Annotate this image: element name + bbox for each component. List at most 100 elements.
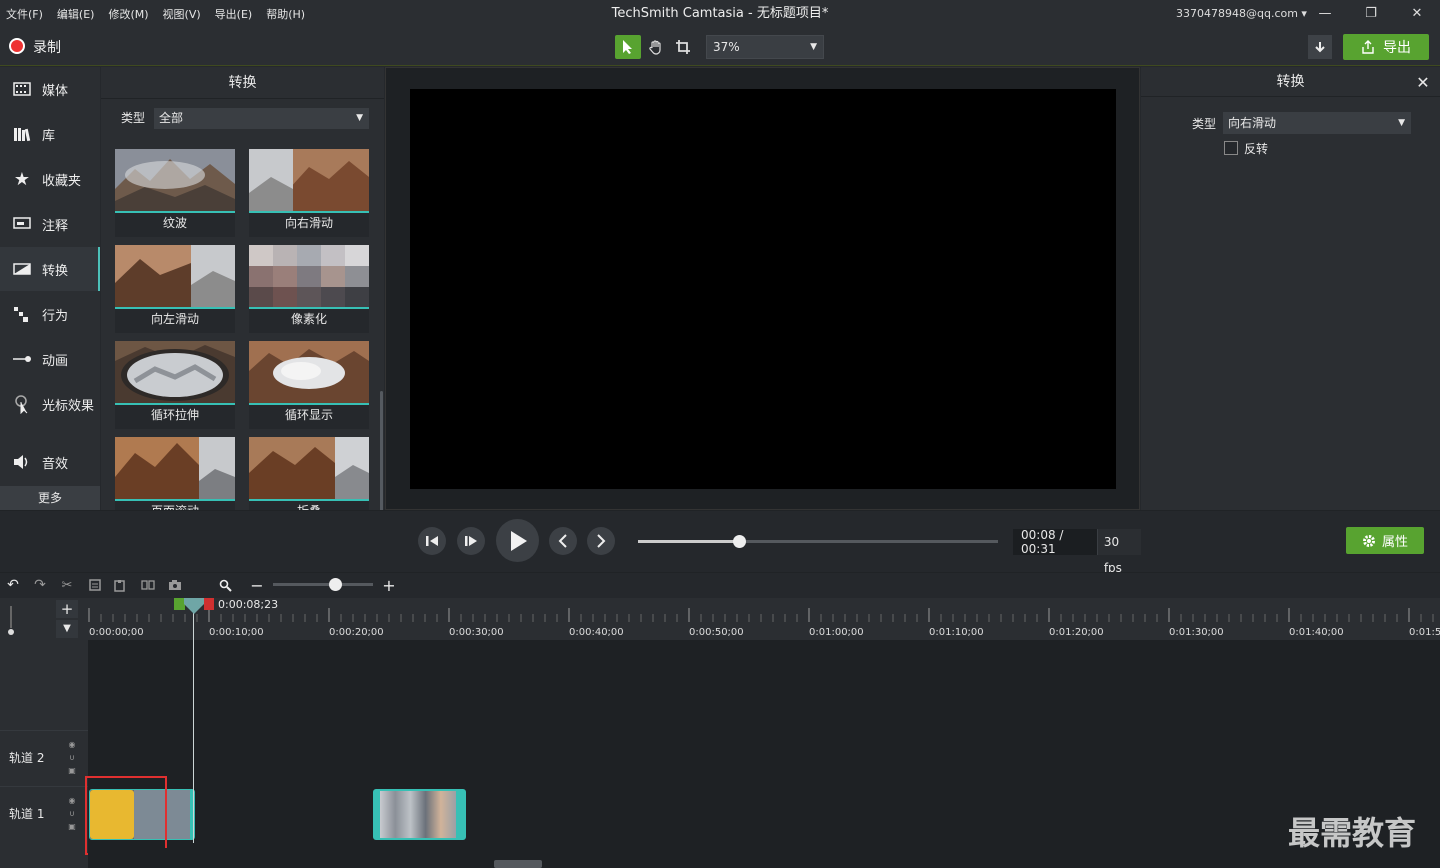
reverse-checkbox[interactable]	[1224, 141, 1238, 155]
export-button[interactable]: 导出	[1343, 34, 1429, 60]
transition-circle-reveal[interactable]: 循环显示	[249, 341, 369, 429]
menu-export[interactable]: 导出(E)	[215, 6, 253, 22]
sidebar-item-cursor-effects[interactable]: 光标效果	[0, 382, 100, 426]
type-label: 类型	[1192, 117, 1217, 131]
timeline-zoom-slider[interactable]	[273, 583, 373, 586]
zoom-out-button[interactable]: −	[248, 576, 266, 595]
play-button[interactable]	[496, 519, 539, 562]
sidebar-item-favorites[interactable]: ★ 收藏夹	[0, 157, 100, 201]
track-1-controls[interactable]: ◉ ∪ ▣	[66, 794, 78, 836]
lock-icon[interactable]: ▣	[66, 820, 78, 833]
record-button[interactable]: 录制	[33, 37, 61, 57]
track-2-controls[interactable]: ◉ ∪ ▣	[66, 738, 78, 780]
paste-button[interactable]	[111, 576, 129, 594]
menu-file[interactable]: 文件(F)	[6, 6, 43, 22]
sidebar-item-annotations[interactable]: 注释	[0, 202, 100, 246]
eye-icon[interactable]: ◉	[66, 794, 78, 807]
menu-modify[interactable]: 修改(M)	[108, 6, 148, 22]
minimize-button[interactable]: —	[1313, 4, 1337, 24]
undo-button[interactable]: ↶	[4, 576, 22, 594]
ruler-tick-label: 0:01:10;00	[929, 627, 984, 638]
next-marker-button[interactable]	[587, 527, 615, 555]
chevron-down-icon: ▼	[356, 113, 363, 123]
transition-circle-stretch[interactable]: 循环拉伸	[115, 341, 235, 429]
eye-icon[interactable]: ◉	[66, 738, 78, 751]
transition-slide-right[interactable]: 向右滑动	[249, 149, 369, 237]
transition-thumbnail	[249, 437, 369, 501]
menu-edit[interactable]: 编辑(E)	[57, 6, 95, 22]
transition-fold[interactable]: 折叠	[249, 437, 369, 510]
pan-tool-button[interactable]	[643, 35, 669, 59]
transition-label: 页面滚动	[115, 501, 235, 510]
transition-label: 循环显示	[249, 405, 369, 429]
download-button[interactable]	[1308, 35, 1332, 59]
out-point-marker[interactable]	[204, 598, 214, 610]
media-clip[interactable]	[373, 789, 466, 840]
zoom-in-button[interactable]: +	[380, 576, 398, 595]
lock-icon[interactable]: ▣	[66, 764, 78, 777]
track-1-label[interactable]: 轨道 1	[9, 805, 44, 822]
transition-label: 折叠	[249, 501, 369, 510]
close-icon[interactable]: ✕	[1413, 73, 1433, 93]
add-track-button[interactable]: +	[56, 600, 78, 618]
timeline-tracks-area[interactable]	[88, 640, 1440, 868]
properties-button[interactable]: 属性	[1346, 527, 1424, 554]
transition-label: 向左滑动	[115, 309, 235, 333]
more-button[interactable]: 更多	[0, 486, 100, 510]
preview-canvas[interactable]	[410, 89, 1116, 489]
copy-button[interactable]	[86, 576, 104, 594]
download-arrow-icon	[1315, 42, 1325, 53]
step-back-icon	[426, 536, 438, 546]
transition-ripple[interactable]: 纹波	[115, 149, 235, 237]
close-button[interactable]: ✕	[1405, 4, 1429, 24]
zoom-fit-button[interactable]	[216, 576, 234, 594]
sidebar-item-audio[interactable]: 音效	[0, 440, 100, 484]
sidebar-item-label: 行为	[42, 308, 69, 324]
playhead-handle[interactable]	[183, 598, 205, 614]
playback-scrubber-handle[interactable]	[732, 535, 746, 548]
sidebar-item-behaviors[interactable]: 行为	[0, 292, 100, 336]
zoom-dropdown[interactable]: 37% ▼	[706, 35, 824, 59]
menu-view[interactable]: 视图(V)	[163, 6, 201, 22]
sidebar-item-media[interactable]: 媒体	[0, 67, 100, 111]
select-tool-button[interactable]	[615, 35, 641, 59]
collapse-tracks-button[interactable]: ▼	[56, 620, 78, 638]
type-filter-dropdown[interactable]: 全部 ▼	[154, 108, 369, 129]
sidebar-item-label: 光标效果	[42, 398, 95, 414]
redo-button[interactable]: ↷	[31, 576, 49, 594]
ruler-tick-label: 0:00:10;00	[209, 627, 264, 638]
timeline-scrollbar[interactable]	[494, 860, 542, 868]
magnet-icon[interactable]: ∪	[66, 807, 78, 820]
track-height-slider[interactable]	[8, 604, 22, 636]
record-icon[interactable]	[9, 38, 25, 54]
sidebar-item-animations[interactable]: 动画	[0, 337, 100, 381]
magnet-icon[interactable]: ∪	[66, 751, 78, 764]
ruler-tick-label: 0:01:40;00	[1289, 627, 1344, 638]
clip-handle[interactable]	[456, 791, 464, 838]
panel-scrollbar[interactable]	[380, 391, 383, 510]
clip-handle[interactable]	[375, 791, 380, 838]
ruler-tick-label: 0:00:00;00	[89, 627, 144, 638]
menu-help[interactable]: 帮助(H)	[266, 6, 305, 22]
gear-icon	[1362, 534, 1375, 547]
transition-type-dropdown[interactable]: 向右滑动 ▼	[1223, 112, 1411, 134]
transitions-panel: 转换 类型 全部 ▼ 纹波 向右滑动 向左滑动 像素化 循环拉伸 循环显示	[101, 67, 384, 510]
timeline-ruler[interactable]	[88, 598, 1440, 640]
timeline-zoom-handle[interactable]	[329, 578, 342, 591]
transition-page-roll[interactable]: 页面滚动	[115, 437, 235, 510]
previous-marker-button[interactable]	[549, 527, 577, 555]
account-menu[interactable]: 3370478948@qq.com ▾	[1176, 7, 1307, 20]
speaker-icon	[12, 452, 32, 472]
sidebar-item-library[interactable]: 库	[0, 112, 100, 156]
step-forward-button[interactable]	[457, 527, 485, 555]
step-back-button[interactable]	[418, 527, 446, 555]
sidebar-item-transitions[interactable]: 转换	[0, 247, 100, 291]
transition-pixelate[interactable]: 像素化	[249, 245, 369, 333]
track-2-label[interactable]: 轨道 2	[9, 749, 44, 766]
cut-button[interactable]: ✂	[58, 576, 76, 594]
crop-tool-button[interactable]	[670, 35, 696, 59]
restore-button[interactable]: ❐	[1359, 4, 1383, 24]
snapshot-button[interactable]	[166, 576, 184, 594]
split-button[interactable]	[139, 576, 157, 594]
transition-slide-left[interactable]: 向左滑动	[115, 245, 235, 333]
